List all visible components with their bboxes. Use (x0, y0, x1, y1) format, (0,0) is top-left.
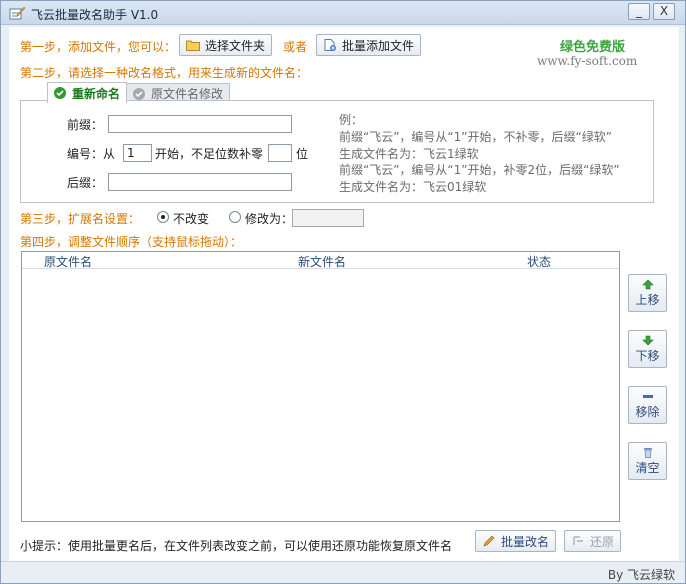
step1-label: 第一步，添加文件，您可以： (20, 40, 177, 54)
example-title: 例： (339, 113, 364, 127)
tab-rename[interactable]: 重新命名 (47, 82, 128, 103)
restore-icon (573, 536, 583, 545)
prefix-label: 前缀： (67, 118, 104, 132)
number-start-input[interactable]: 1 (123, 144, 152, 162)
status-bar: By 飞云绿软 (1, 561, 685, 583)
example-line: 前缀“飞云”，编号从“1”开始，补零2位，后缀“绿软” (339, 163, 620, 177)
batch-add-files-label: 批量添加文件 (342, 38, 415, 53)
choose-folder-button[interactable]: 选择文件夹 (179, 34, 273, 56)
step3-label: 第三步，扩展名设置： (20, 212, 141, 226)
folder-icon (186, 40, 200, 51)
restore-label: 还原 (590, 534, 615, 549)
remove-button[interactable]: 移除 (628, 386, 667, 424)
app-pencil-icon (9, 6, 25, 20)
arrow-up-icon (641, 279, 654, 290)
pencil-icon (483, 535, 495, 547)
or-text: 或者 (283, 40, 308, 54)
minus-icon (642, 395, 653, 398)
hint-text: 小提示：使用批量更名后，在文件列表改变之前，可以使用还原功能恢复原文件名 (20, 539, 453, 553)
minimize-button[interactable]: _ (628, 3, 650, 20)
batch-rename-button[interactable]: 批量改名 (475, 530, 557, 552)
brand-site: www.fy-soft.com (537, 54, 638, 68)
title-bar[interactable]: 飞云批量改名助手 V1.0 _ X (1, 1, 685, 25)
number-mid-label: 开始，不足位数补零 (155, 147, 264, 161)
prefix-input[interactable] (108, 115, 292, 133)
arrow-down-icon (641, 335, 654, 346)
clear-label: 清空 (635, 461, 660, 475)
brand-name: 绿色免费版 (560, 40, 626, 55)
column-original-name[interactable]: 原文件名 (44, 253, 92, 270)
status-text: By 飞云绿软 (607, 568, 675, 582)
restore-button[interactable]: 还原 (564, 530, 622, 552)
suffix-label: 后缀： (67, 176, 104, 190)
ext-keep-radio[interactable] (157, 211, 169, 223)
main-window: 飞云批量改名助手 V1.0 _ X 第一步，添加文件，您可以： 选择文件夹 或者… (0, 0, 686, 584)
example-line: 生成文件名为：飞云1绿软 (339, 147, 479, 161)
move-up-label: 上移 (635, 293, 660, 307)
window-title: 飞云批量改名助手 V1.0 (31, 8, 159, 22)
clear-button[interactable]: 清空 (628, 442, 667, 480)
check-icon (54, 87, 66, 99)
file-list[interactable]: 原文件名 新文件名 状态 (21, 251, 620, 522)
ext-change-label: 修改为： (245, 212, 294, 226)
rename-panel: 前缀： 编号：从 1 开始，不足位数补零 位 后缀： 例： 前缀“飞云”，编号从… (20, 100, 654, 203)
remove-label: 移除 (635, 405, 660, 419)
ext-keep-label: 不改变 (173, 212, 210, 226)
trash-icon (643, 448, 652, 458)
column-new-name[interactable]: 新文件名 (298, 253, 346, 270)
choose-folder-label: 选择文件夹 (205, 38, 266, 53)
column-status[interactable]: 状态 (527, 253, 551, 270)
ext-change-radio[interactable] (229, 211, 241, 223)
step4-label: 第四步，调整文件顺序（支持鼠标拖动）： (20, 235, 243, 249)
pad-digits-input[interactable] (268, 144, 292, 162)
suffix-input[interactable] (108, 173, 292, 191)
move-down-label: 下移 (635, 349, 660, 363)
client-area: 第一步，添加文件，您可以： 选择文件夹 或者 批量添加文件 绿色免费版 www.… (9, 27, 679, 577)
file-list-header: 原文件名 新文件名 状态 (22, 252, 619, 269)
example-line: 生成文件名为：飞云01绿软 (339, 180, 487, 194)
batch-add-files-button[interactable]: 批量添加文件 (316, 34, 422, 56)
add-file-icon (324, 39, 336, 51)
ext-input[interactable] (292, 209, 364, 227)
tab-rename-label: 重新命名 (72, 86, 121, 101)
move-up-button[interactable]: 上移 (628, 274, 667, 312)
check-icon (133, 87, 145, 100)
pad-unit-label: 位 (296, 147, 309, 161)
close-button[interactable]: X (653, 3, 675, 20)
batch-rename-label: 批量改名 (501, 534, 550, 549)
number-label: 编号：从 (67, 147, 116, 161)
example-line: 前缀“飞云”，编号从“1”开始，不补零，后缀“绿软” (339, 130, 612, 144)
step2-label: 第二步，请选择一种改名格式，用来生成新的文件名： (20, 66, 309, 80)
move-down-button[interactable]: 下移 (628, 330, 667, 368)
